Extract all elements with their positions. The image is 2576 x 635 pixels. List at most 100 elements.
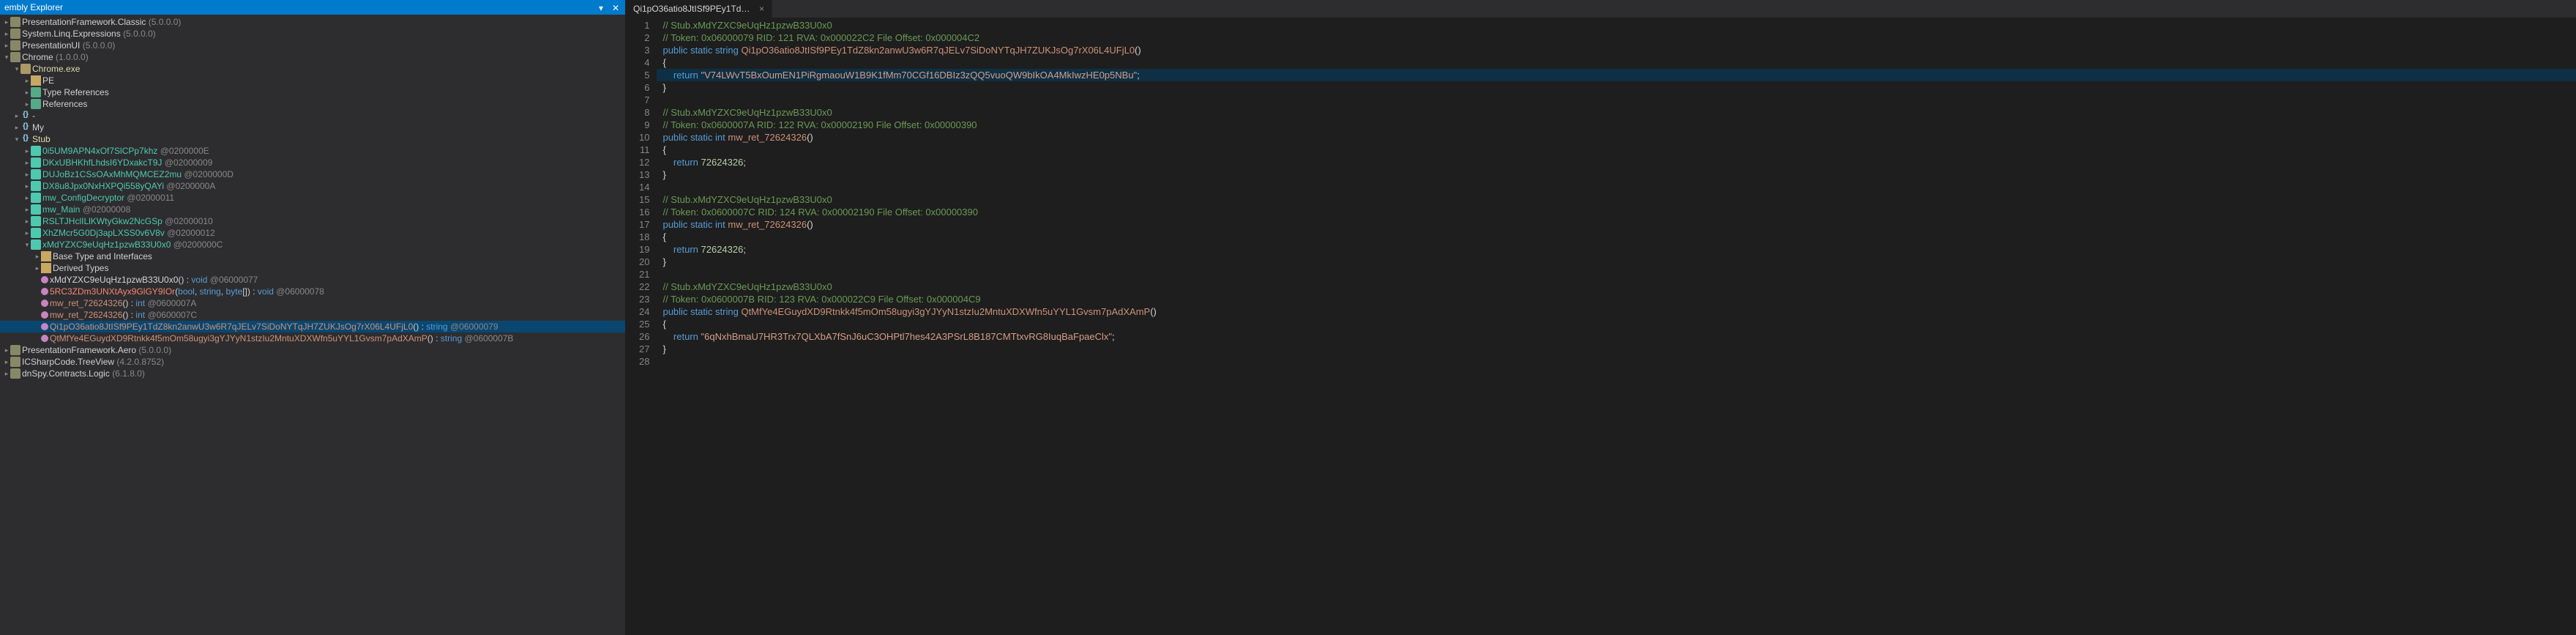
code-line[interactable]: [657, 181, 2576, 193]
node-label[interactable]: System.Linq.Expressions (5.0.0.0): [22, 29, 156, 39]
node-label[interactable]: DX8u8Jpx0NxHXPQi558yQAYi @0200000A: [42, 181, 215, 191]
node-label[interactable]: Derived Types: [53, 263, 108, 273]
method-item[interactable]: 5RC3ZDm3UNXtAyx9GlGY9IOr(bool, string, b…: [0, 286, 625, 297]
code-line[interactable]: [657, 355, 2576, 368]
type-references[interactable]: ▸ Type References: [0, 86, 625, 98]
node-label[interactable]: References: [42, 99, 87, 109]
node-label[interactable]: PE: [42, 75, 54, 86]
code-line[interactable]: return 72624326;: [657, 156, 2576, 168]
code-line[interactable]: public static int mw_ret_72624326(): [657, 218, 2576, 231]
base-types[interactable]: ▸Base Type and Interfaces: [0, 250, 625, 262]
expand-icon[interactable]: ▸: [23, 147, 31, 155]
class-item[interactable]: ▾ xMdYZXC9eUqHz1pzwB33U0x0 @0200000C: [0, 239, 625, 250]
node-label[interactable]: Qi1pO36atio8JtISf9PEy1TdZ8kn2anwU3w6R7qJ…: [50, 322, 499, 332]
method-item[interactable]: xMdYZXC9eUqHz1pzwB33U0x0() : void @06000…: [0, 274, 625, 286]
code-body[interactable]: // Stub.xMdYZXC9eUqHz1pzwB33U0x0// Token…: [657, 18, 2576, 635]
expand-icon[interactable]: ▾: [3, 53, 10, 62]
expand-icon[interactable]: ▾: [13, 135, 20, 144]
code-line[interactable]: // Token: 0x06000079 RID: 121 RVA: 0x000…: [657, 31, 2576, 44]
code-editor[interactable]: 1234567891011121314151617181920212223242…: [626, 18, 2576, 635]
node-label[interactable]: Chrome (1.0.0.0): [22, 52, 89, 62]
expand-icon[interactable]: ▸: [3, 370, 10, 378]
editor-tab[interactable]: Qi1pO36atio8JtISf9PEy1TdZ8kn2anwU3w... ×: [626, 0, 772, 18]
node-label[interactable]: PresentationFramework.Aero (5.0.0.0): [22, 345, 171, 355]
expand-icon[interactable]: ▸: [23, 182, 31, 190]
assembly-item[interactable]: ▾ Chrome (1.0.0.0): [0, 51, 625, 63]
expand-icon[interactable]: ▸: [23, 206, 31, 214]
code-line[interactable]: }: [657, 81, 2576, 94]
class-item[interactable]: ▸ mw_Main @02000008: [0, 204, 625, 215]
code-line[interactable]: [657, 94, 2576, 106]
close-tab-icon[interactable]: ×: [759, 4, 764, 14]
node-label[interactable]: ICSharpCode.TreeView (4.2.0.8752): [22, 357, 164, 367]
node-label[interactable]: DUJoBz1CSsOAxMhMQMCEZ2mu @0200000D: [42, 169, 234, 179]
namespace-item[interactable]: ▸{}-: [0, 110, 625, 122]
code-line[interactable]: {: [657, 144, 2576, 156]
node-label[interactable]: DKxUBHKhfLhdsI6YDxakcT9J @02000009: [42, 157, 212, 168]
class-item[interactable]: ▸ 0i5UM9APN4xOf7SlCPp7khz @0200000E: [0, 145, 625, 157]
expand-icon[interactable]: ▸: [23, 89, 31, 97]
expand-icon[interactable]: ▾: [13, 65, 20, 73]
node-label[interactable]: Base Type and Interfaces: [53, 251, 152, 261]
assembly-item[interactable]: ▸PresentationFramework.Classic (5.0.0.0): [0, 16, 625, 28]
method-item[interactable]: mw_ret_72624326() : int @0600007A: [0, 297, 625, 309]
class-item[interactable]: ▸ DUJoBz1CSsOAxMhMQMCEZ2mu @0200000D: [0, 168, 625, 180]
method-item[interactable]: mw_ret_72624326() : int @0600007C: [0, 309, 625, 321]
expand-icon[interactable]: ▸: [34, 264, 41, 272]
code-line[interactable]: public static int mw_ret_72624326(): [657, 131, 2576, 144]
module-item[interactable]: ▾Chrome.exe: [0, 63, 625, 75]
close-panel-icon[interactable]: ✕: [612, 3, 621, 12]
code-line[interactable]: return "V74LWvT5BxOumEN1PiRgmaouW1B9K1fM…: [657, 69, 2576, 81]
namespace-item[interactable]: ▸{}My: [0, 122, 625, 133]
code-line[interactable]: }: [657, 256, 2576, 268]
node-label[interactable]: -: [32, 111, 35, 121]
code-line[interactable]: {: [657, 56, 2576, 69]
expand-icon[interactable]: ▸: [23, 218, 31, 226]
node-label[interactable]: mw_ConfigDecryptor @02000011: [42, 193, 174, 203]
node-label[interactable]: mw_Main @02000008: [42, 204, 130, 215]
code-line[interactable]: [657, 268, 2576, 281]
derived-types[interactable]: ▸ Derived Types: [0, 262, 625, 274]
class-item[interactable]: ▸ DKxUBHKhfLhdsI6YDxakcT9J @02000009: [0, 157, 625, 168]
code-line[interactable]: {: [657, 318, 2576, 330]
expand-icon[interactable]: ▸: [23, 171, 31, 179]
code-line[interactable]: {: [657, 231, 2576, 243]
node-label[interactable]: Type References: [42, 87, 109, 97]
expand-icon[interactable]: ▾: [23, 241, 31, 249]
expand-icon[interactable]: ▸: [23, 77, 31, 85]
node-label[interactable]: My: [32, 122, 44, 133]
code-line[interactable]: // Stub.xMdYZXC9eUqHz1pzwB33U0x0: [657, 106, 2576, 119]
node-label[interactable]: mw_ret_72624326() : int @0600007C: [50, 310, 197, 320]
code-line[interactable]: // Token: 0x0600007A RID: 122 RVA: 0x000…: [657, 119, 2576, 131]
code-line[interactable]: }: [657, 343, 2576, 355]
node-label[interactable]: Stub: [32, 134, 51, 144]
expand-icon[interactable]: ▸: [3, 346, 10, 354]
code-line[interactable]: }: [657, 168, 2576, 181]
expand-icon[interactable]: ▸: [23, 159, 31, 167]
assembly-item[interactable]: ▸PresentationUI (5.0.0.0): [0, 40, 625, 51]
node-label[interactable]: RSLTJHclILlKWtyGkw2NcGSp @02000010: [42, 216, 213, 226]
dropdown-icon[interactable]: ▾: [599, 3, 608, 12]
class-item[interactable]: ▸mw_ConfigDecryptor @02000011: [0, 192, 625, 204]
method-item[interactable]: Qi1pO36atio8JtISf9PEy1TdZ8kn2anwU3w6R7qJ…: [0, 321, 625, 333]
code-line[interactable]: return 72624326;: [657, 243, 2576, 256]
method-item[interactable]: QtMfYe4EGuydXD9Rtnkk4f5mOm58ugyi3gYJYyN1…: [0, 333, 625, 344]
expand-icon[interactable]: ▸: [13, 124, 20, 132]
node-label[interactable]: dnSpy.Contracts.Logic (6.1.8.0): [22, 368, 145, 379]
node-label[interactable]: 0i5UM9APN4xOf7SlCPp7khz @0200000E: [42, 146, 209, 156]
code-line[interactable]: // Token: 0x0600007B RID: 123 RVA: 0x000…: [657, 293, 2576, 305]
node-label[interactable]: PresentationUI (5.0.0.0): [22, 40, 115, 51]
references[interactable]: ▸ References: [0, 98, 625, 110]
assembly-item[interactable]: ▸ICSharpCode.TreeView (4.2.0.8752): [0, 356, 625, 368]
code-line[interactable]: return "6qNxhBmaU7HR3Trx7QLXbA7fSnJ6uC3O…: [657, 330, 2576, 343]
node-label[interactable]: xMdYZXC9eUqHz1pzwB33U0x0 @0200000C: [42, 239, 223, 250]
node-label[interactable]: PresentationFramework.Classic (5.0.0.0): [22, 17, 181, 27]
expand-icon[interactable]: ▸: [3, 30, 10, 38]
code-line[interactable]: public static string Qi1pO36atio8JtISf9P…: [657, 44, 2576, 56]
node-label[interactable]: QtMfYe4EGuydXD9Rtnkk4f5mOm58ugyi3gYJYyN1…: [50, 333, 513, 344]
code-line[interactable]: // Stub.xMdYZXC9eUqHz1pzwB33U0x0: [657, 193, 2576, 206]
code-line[interactable]: // Stub.xMdYZXC9eUqHz1pzwB33U0x0: [657, 281, 2576, 293]
node-label[interactable]: 5RC3ZDm3UNXtAyx9GlGY9IOr(bool, string, b…: [50, 286, 324, 297]
expand-icon[interactable]: ▸: [23, 100, 31, 108]
class-item[interactable]: ▸XhZMcr5G0Dj3apLXSS0v6V8v @02000012: [0, 227, 625, 239]
